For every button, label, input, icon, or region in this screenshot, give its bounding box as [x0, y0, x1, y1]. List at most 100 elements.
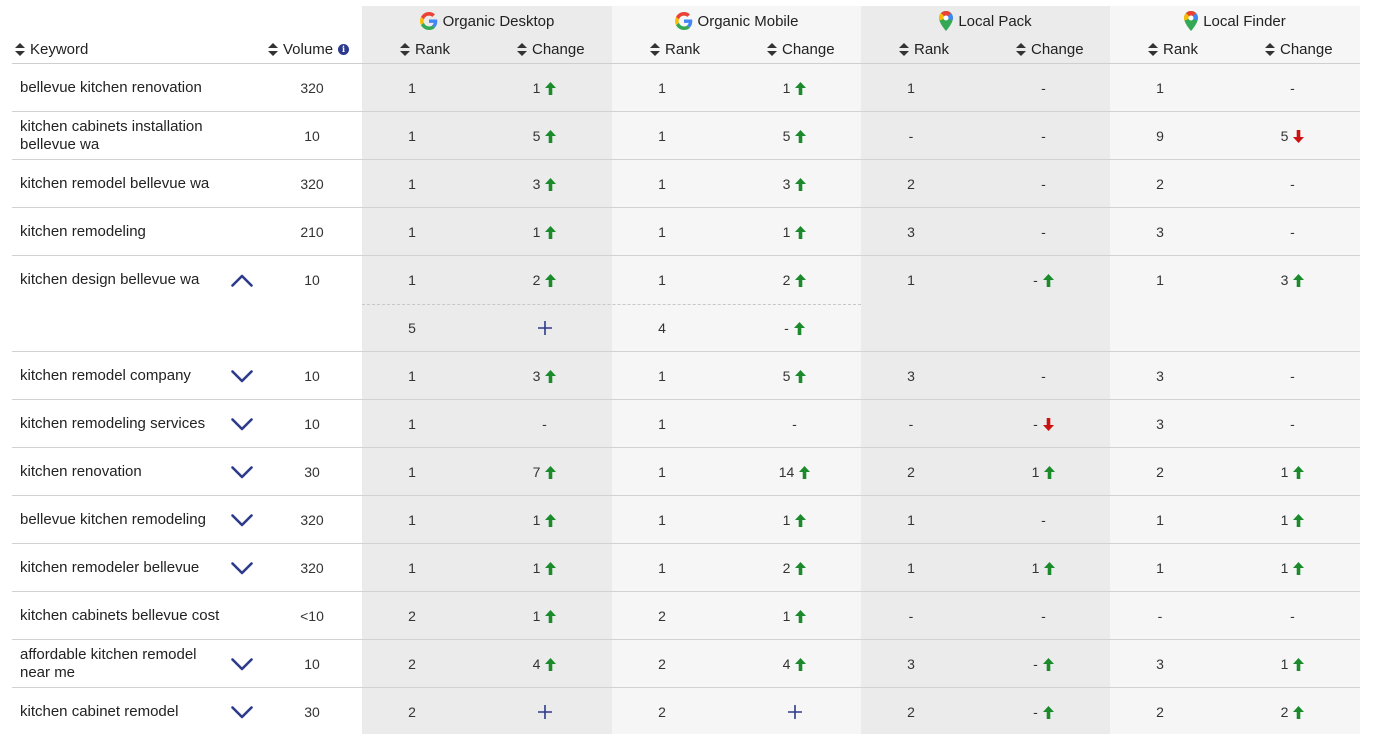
collapse-row-button[interactable] — [230, 256, 254, 304]
table-row: affordable kitchen remodel near me 10 2 4 2 4… — [12, 640, 1360, 688]
organic-mobile-sub-change: - — [737, 304, 852, 352]
expand-row-button[interactable] — [230, 688, 254, 734]
volume-cell: 320 — [300, 560, 324, 576]
change-value: 1 — [532, 608, 541, 624]
column-header-change-lf[interactable]: Change — [1265, 38, 1355, 60]
change-value: - — [1041, 176, 1046, 192]
volume-cell: <10 — [300, 608, 324, 624]
local-finder-rank: 1 — [1156, 272, 1164, 288]
local-finder-change: 2 — [1235, 688, 1350, 734]
arrow-up-icon — [795, 81, 807, 95]
plus-icon[interactable] — [537, 705, 552, 719]
expand-row-button[interactable] — [230, 352, 254, 400]
keyword-cell: kitchen cabinets bellevue cost — [20, 607, 220, 624]
arrow-up-icon — [795, 273, 807, 287]
organic-desktop-rank: 1 — [408, 272, 416, 288]
sort-icon — [1148, 42, 1158, 56]
info-icon[interactable]: i — [338, 43, 350, 55]
local-pack-change: 1 — [986, 544, 1101, 592]
organic-desktop-rank: 1 — [408, 512, 416, 528]
organic-mobile-rank: 1 — [658, 80, 666, 96]
local-pack-change: - — [986, 688, 1101, 734]
column-header-rank-lf[interactable]: Rank — [1148, 38, 1228, 60]
table-row: kitchen cabinets installation bellevue w… — [12, 112, 1360, 160]
organic-mobile-rank: 1 — [658, 416, 666, 432]
maps-pin-icon — [1184, 11, 1199, 31]
arrow-down-icon — [1293, 129, 1305, 143]
local-finder-change: 1 — [1235, 640, 1350, 688]
group-header-local-finder: Local Finder — [1110, 10, 1360, 32]
change-value: - — [1290, 80, 1295, 96]
keyword-cell: bellevue kitchen remodeling — [20, 511, 206, 528]
organic-mobile-change: 14 — [737, 448, 852, 496]
sort-icon — [767, 42, 777, 56]
expand-row-button[interactable] — [230, 544, 254, 592]
column-label: Change — [532, 40, 585, 58]
change-value: 5 — [532, 128, 541, 144]
table-row: kitchen remodeler bellevue 320 1 1 1 2 1 1 1 1 — [12, 544, 1360, 592]
change-value: - — [1033, 704, 1038, 720]
volume-cell: 10 — [304, 368, 320, 384]
change-value: 1 — [532, 224, 541, 240]
arrow-down-icon — [1042, 417, 1054, 431]
volume-cell: 30 — [304, 464, 320, 480]
arrow-up-icon — [1293, 705, 1305, 719]
keyword-cell: kitchen remodeling services — [20, 415, 206, 432]
sort-icon — [15, 42, 25, 56]
change-value: 14 — [778, 464, 795, 480]
column-header-rank-lp[interactable]: Rank — [899, 38, 979, 60]
change-value: - — [1041, 80, 1046, 96]
column-header-volume[interactable]: Volume i — [268, 38, 368, 60]
change-value: 1 — [532, 560, 541, 576]
arrow-up-icon — [1293, 657, 1305, 671]
expand-row-button[interactable] — [230, 496, 254, 544]
change-value: 2 — [1280, 704, 1289, 720]
column-header-change-lp[interactable]: Change — [1016, 38, 1106, 60]
volume-cell: 10 — [304, 128, 320, 144]
arrow-up-icon — [545, 465, 557, 479]
arrow-up-icon — [1293, 561, 1305, 575]
expand-row-button[interactable] — [230, 448, 254, 496]
column-header-change-od[interactable]: Change — [517, 38, 607, 60]
arrow-up-icon — [545, 369, 557, 383]
change-value: 1 — [782, 224, 791, 240]
change-value: 3 — [532, 176, 541, 192]
organic-desktop-change: 1 — [487, 208, 602, 256]
plus-icon[interactable] — [787, 705, 802, 719]
local-pack-rank: - — [908, 416, 914, 432]
expand-row-button[interactable] — [230, 640, 254, 688]
column-header-rank-od[interactable]: Rank — [400, 38, 480, 60]
table-row: kitchen remodeling 210 1 1 1 1 3 - 3 - — [12, 208, 1360, 256]
sort-icon — [517, 42, 527, 56]
change-value: 7 — [532, 464, 541, 480]
group-title: Organic Desktop — [442, 12, 555, 30]
keyword-cell: kitchen cabinets installation bellevue w… — [20, 118, 203, 153]
plus-icon[interactable] — [537, 321, 552, 335]
keyword-cell: affordable kitchen remodel near me — [20, 646, 197, 681]
arrow-up-icon — [1293, 465, 1305, 479]
local-pack-change: - — [986, 208, 1101, 256]
arrow-up-icon — [793, 321, 805, 335]
organic-desktop-rank: 2 — [408, 704, 416, 720]
column-label: Keyword — [30, 40, 89, 58]
sort-icon — [899, 42, 909, 56]
keyword-cell: kitchen remodel bellevue wa — [20, 175, 210, 192]
local-finder-rank: 3 — [1156, 656, 1164, 672]
column-header-rank-om[interactable]: Rank — [650, 38, 730, 60]
organic-mobile-rank: 1 — [658, 272, 666, 288]
column-label: Rank — [415, 40, 451, 58]
volume-cell: 10 — [304, 656, 320, 672]
expand-row-button[interactable] — [230, 400, 254, 448]
organic-mobile-change: 2 — [737, 544, 852, 592]
change-value: - — [1290, 224, 1295, 240]
column-header-change-om[interactable]: Change — [767, 38, 857, 60]
change-value: 5 — [1280, 128, 1289, 144]
column-header-keyword[interactable]: Keyword — [15, 38, 215, 60]
change-value: - — [1290, 368, 1295, 384]
arrow-up-icon — [545, 225, 557, 239]
chevron-down-icon — [231, 417, 253, 431]
organic-mobile-change: 1 — [737, 496, 852, 544]
maps-pin-icon — [939, 11, 954, 31]
arrow-up-icon — [1042, 657, 1054, 671]
local-pack-rank: 3 — [907, 224, 915, 240]
